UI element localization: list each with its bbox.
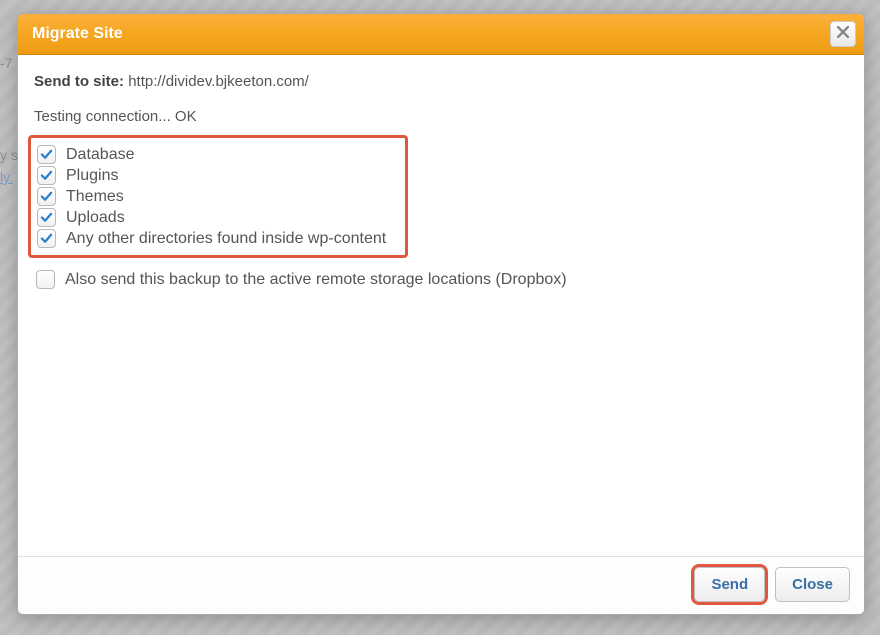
option-plugins: Plugins <box>37 166 397 185</box>
checkbox-themes[interactable] <box>37 187 56 206</box>
checkbox-database[interactable] <box>37 145 56 164</box>
option-label: Uploads <box>66 209 125 227</box>
option-uploads: Uploads <box>37 208 397 227</box>
close-icon <box>837 25 849 43</box>
checkbox-other-wpcontent[interactable] <box>37 229 56 248</box>
dialog-body: Send to site: http://dividev.bjkeeton.co… <box>18 55 864 556</box>
send-to-label: Send to site: <box>34 73 124 90</box>
send-to-row: Send to site: http://dividev.bjkeeton.co… <box>34 73 848 90</box>
send-button-highlight: Send <box>694 567 765 602</box>
option-remote-storage: Also send this backup to the active remo… <box>34 270 848 289</box>
checkbox-remote-storage[interactable] <box>36 270 55 289</box>
send-to-url: http://dividev.bjkeeton.com/ <box>128 73 309 90</box>
options-highlight-box: Database Plugins Themes Uploads <box>28 135 408 258</box>
close-button[interactable]: Close <box>775 567 850 602</box>
dialog-close-button[interactable] <box>830 21 856 47</box>
migrate-site-dialog: Migrate Site Send to site: http://divide… <box>17 13 865 615</box>
option-label: Themes <box>66 188 124 206</box>
check-icon <box>40 232 53 245</box>
dialog-footer: Send Close <box>18 556 864 614</box>
check-icon <box>40 148 53 161</box>
checkbox-plugins[interactable] <box>37 166 56 185</box>
option-label: Database <box>66 146 135 164</box>
option-label: Plugins <box>66 167 118 185</box>
check-icon <box>40 190 53 203</box>
option-database: Database <box>37 145 397 164</box>
option-label: Any other directories found inside wp-co… <box>66 230 386 248</box>
option-label: Also send this backup to the active remo… <box>65 271 567 289</box>
checkbox-uploads[interactable] <box>37 208 56 227</box>
connection-test-status: Testing connection... OK <box>34 108 848 125</box>
send-button[interactable]: Send <box>694 567 765 602</box>
check-icon <box>40 169 53 182</box>
option-other-wpcontent: Any other directories found inside wp-co… <box>37 229 397 248</box>
dialog-title: Migrate Site <box>32 25 123 43</box>
dialog-titlebar: Migrate Site <box>18 14 864 55</box>
check-icon <box>40 211 53 224</box>
option-themes: Themes <box>37 187 397 206</box>
